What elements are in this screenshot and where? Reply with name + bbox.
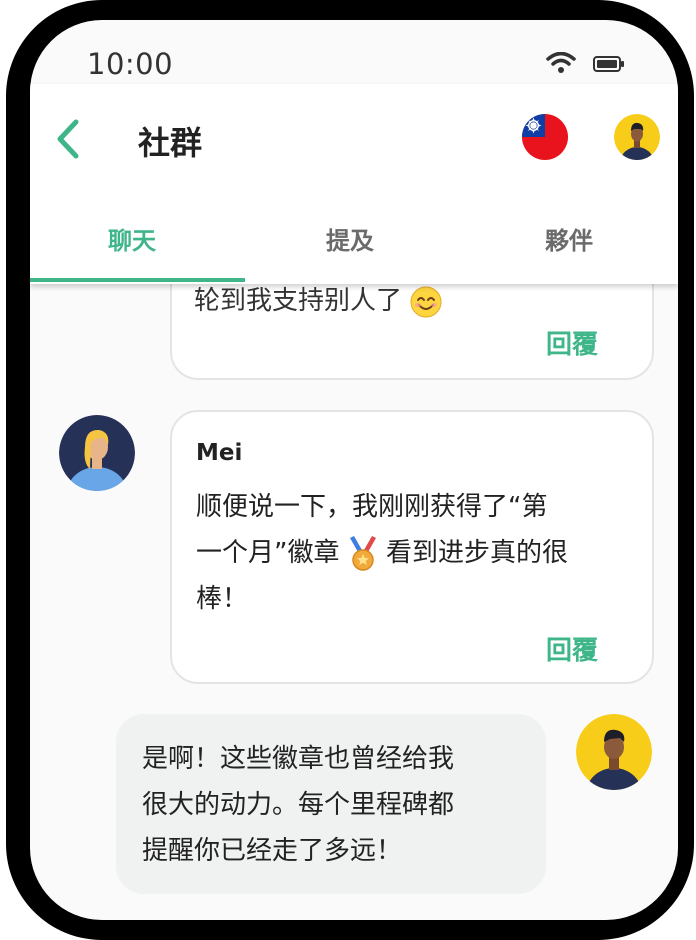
message-bubble-mei: Mei 顺便说一下，我刚刚获得了“第 一个月”徽章 看到进步真的很 棒！ 回覆 (170, 410, 654, 684)
message-text: 顺便说一下，我刚刚获得了“第 一个月”徽章 看到进步真的很 棒！ (196, 492, 569, 614)
medal-emoji-icon (349, 535, 376, 571)
page-title: 社群 (138, 124, 203, 162)
avatar-me (576, 714, 652, 790)
message-bubble-mine: 是啊！这些徽章也曾经给我 很大的动力。每个里程碑都 提醒你已经走了多远！ (116, 714, 546, 894)
smiling-face-emoji-icon (410, 286, 442, 317)
phone-frame: 10:00 轮到我支持别人了 回覆 Mei 顺便说一下，我刚刚获得了“第 一个月… (6, 0, 694, 940)
message-text: 轮到我支持别人了 (194, 280, 442, 318)
profile-avatar[interactable] (614, 114, 660, 160)
phone-side-button (6, 185, 16, 240)
battery-icon (593, 56, 624, 72)
avatar-mei (59, 415, 135, 491)
wifi-icon (546, 52, 576, 73)
tab-mentions[interactable]: 提及 (326, 221, 374, 256)
reply-button[interactable]: 回覆 (546, 630, 598, 667)
chevron-left-icon[interactable] (48, 114, 88, 164)
phone-side-button (688, 325, 694, 470)
phone-side-button (6, 290, 16, 380)
tab-chat[interactable]: 聊天 (108, 221, 156, 256)
taiwan-flag-icon[interactable] (522, 114, 568, 160)
message-text: 是啊！这些徽章也曾经给我 很大的动力。每个里程碑都 提醒你已经走了多远！ (142, 744, 455, 866)
reply-button[interactable]: 回覆 (546, 324, 598, 361)
message-author: Mei (196, 440, 243, 466)
status-time: 10:00 (87, 47, 174, 81)
phone-screen: 10:00 轮到我支持别人了 回覆 Mei 顺便说一下，我刚刚获得了“第 一个月… (30, 20, 678, 920)
phone-side-button (6, 420, 16, 510)
app-header: 社群 聊天 提及 夥伴 (30, 84, 678, 284)
tab-buddies[interactable]: 夥伴 (545, 221, 593, 256)
active-tab-indicator (30, 278, 245, 282)
